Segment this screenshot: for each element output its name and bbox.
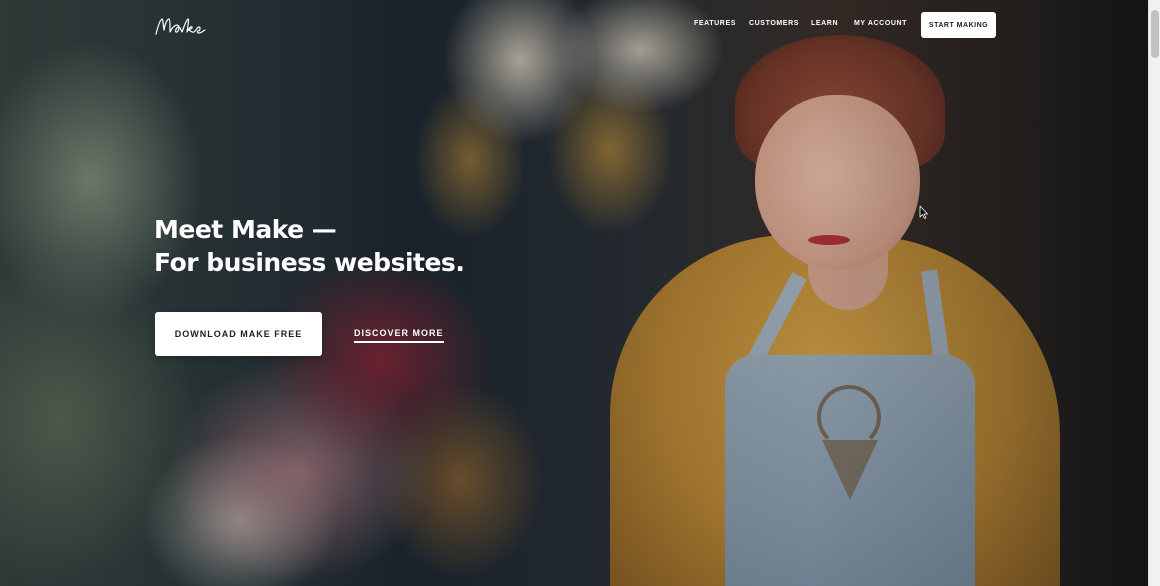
nav-my-account[interactable]: MY ACCOUNT: [854, 20, 907, 27]
page-scrollbar[interactable]: [1148, 0, 1160, 586]
nav-customers[interactable]: CUSTOMERS: [749, 20, 799, 27]
mouse-pointer-icon: [919, 205, 929, 219]
download-make-free-button[interactable]: DOWNLOAD MAKE FREE: [155, 312, 322, 356]
page: FEATURES CUSTOMERS LEARN MY ACCOUNT STAR…: [0, 0, 1160, 586]
nav-features[interactable]: FEATURES: [694, 20, 736, 27]
nav-learn[interactable]: LEARN: [811, 20, 838, 27]
hero-title: Meet Make — For business websites.: [154, 213, 465, 279]
make-script-logo-icon[interactable]: [153, 10, 213, 42]
discover-more-link[interactable]: DISCOVER MORE: [354, 328, 444, 343]
scrollbar-thumb[interactable]: [1151, 10, 1159, 58]
hero-overlay: [0, 0, 1160, 586]
hero-title-line-1: Meet Make —: [154, 215, 337, 244]
logo-mark: [155, 18, 206, 35]
hero-title-line-2: For business websites.: [154, 248, 465, 277]
start-making-button[interactable]: START MAKING: [921, 12, 996, 38]
